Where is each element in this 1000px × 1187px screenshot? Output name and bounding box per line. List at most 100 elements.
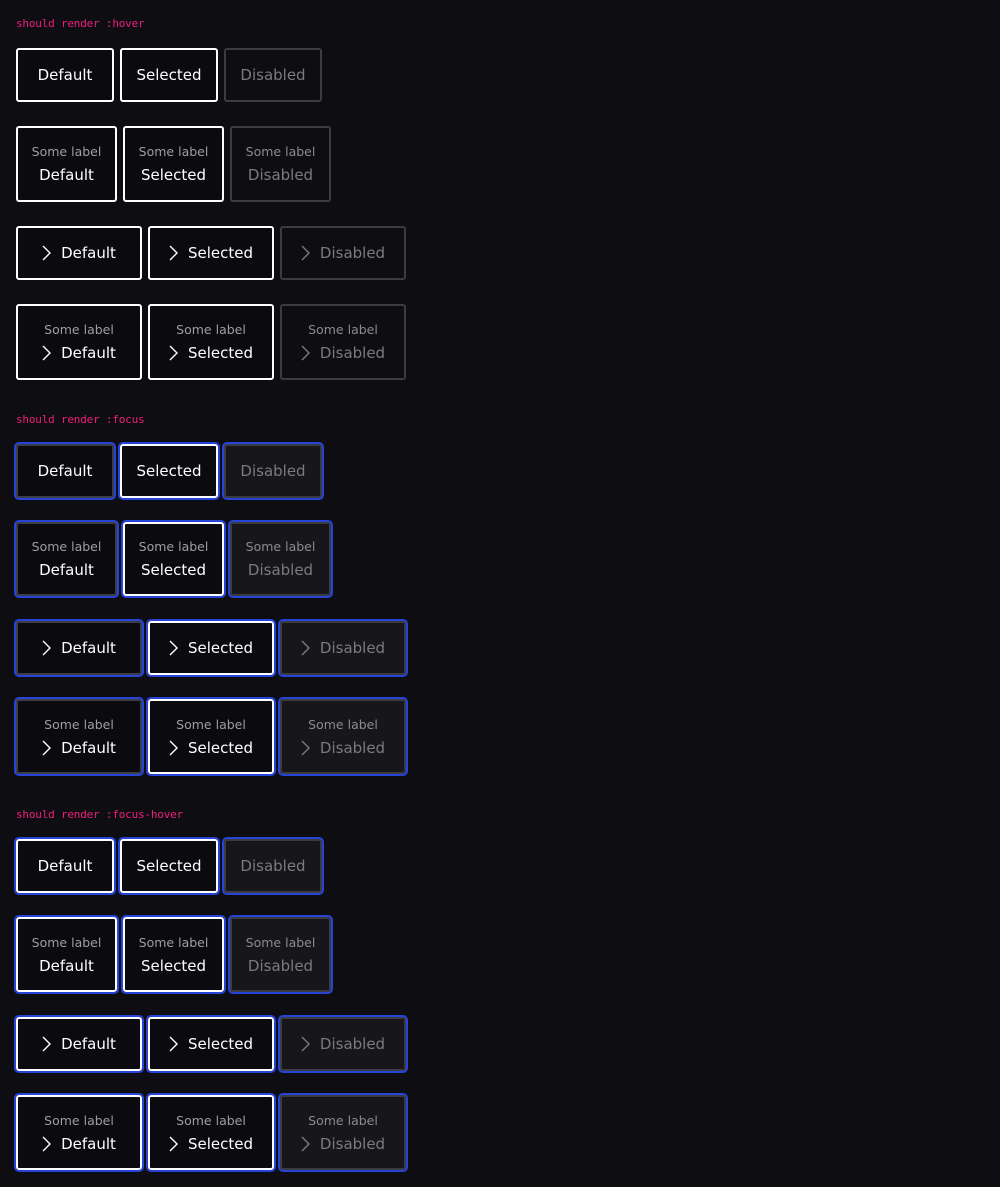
chevron-right-icon	[169, 345, 178, 361]
chevron-right-icon	[301, 640, 310, 656]
disabled-button: Disabled	[280, 226, 406, 280]
button-label: Default	[61, 1134, 116, 1153]
selected-button[interactable]: Some label Selected	[146, 1093, 276, 1172]
button-label: Disabled	[319, 1035, 386, 1053]
disabled-button: Disabled	[224, 48, 322, 102]
selected-button[interactable]: Some label Selected	[146, 697, 276, 776]
button-sublabel: Some label	[176, 1112, 246, 1128]
selected-button[interactable]: Selected	[148, 226, 274, 280]
selected-button[interactable]: Selected	[146, 619, 276, 677]
button-label: Default	[37, 857, 93, 875]
chevron-right-icon	[42, 1136, 52, 1152]
disabled-button: Some label Disabled	[228, 520, 333, 598]
button-label: Disabled	[319, 639, 386, 657]
default-button[interactable]: Default	[14, 442, 116, 500]
button-label: Selected	[136, 462, 202, 480]
selected-button[interactable]: Some label Selected	[148, 304, 274, 380]
button-label: Selected	[140, 561, 207, 579]
button-label: Disabled	[319, 244, 386, 262]
chevron-right-icon	[301, 1136, 310, 1152]
selected-button[interactable]: Selected	[120, 48, 218, 102]
button-sublabel: Some label	[138, 539, 209, 554]
default-button[interactable]: Some label Default	[14, 1093, 144, 1172]
button-row: Default Selected Disabled	[14, 1015, 408, 1073]
button-sublabel: Some label	[138, 144, 209, 159]
button-sublabel: Some label	[176, 322, 246, 337]
button-label: Disabled	[240, 66, 306, 84]
default-button[interactable]: Default	[16, 48, 114, 102]
button-row: Default Selected Disabled	[14, 619, 408, 677]
button-label: Disabled	[319, 738, 386, 757]
button-row: Some label Default Some label Selected S…	[14, 520, 333, 598]
button-label: Default	[39, 561, 94, 579]
default-button[interactable]: Default	[14, 1015, 144, 1073]
button-label: Selected	[187, 244, 254, 262]
button-sublabel: Some label	[245, 934, 316, 950]
button-sublabel: Some label	[308, 1112, 378, 1128]
button-sublabel: Some label	[44, 322, 114, 337]
default-button[interactable]: Default	[14, 837, 116, 895]
disabled-button: Some label Disabled	[228, 915, 333, 994]
button-row: Some label Default Some label Selected S…	[14, 915, 333, 994]
chevron-right-icon	[42, 245, 52, 261]
default-button[interactable]: Some label Default	[14, 915, 119, 994]
selected-button[interactable]: Selected	[118, 837, 220, 895]
button-label: Default	[61, 344, 116, 362]
disabled-button: Some label Disabled	[278, 1093, 408, 1172]
button-label: Default	[39, 166, 94, 184]
button-label: Disabled	[247, 561, 314, 579]
disabled-button: Some label Disabled	[280, 304, 406, 380]
button-label: Disabled	[319, 344, 386, 362]
selected-button[interactable]: Some label Selected	[121, 915, 226, 994]
chevron-right-icon	[169, 740, 178, 756]
button-label: Disabled	[247, 956, 314, 975]
selected-button[interactable]: Some label Selected	[121, 520, 226, 598]
default-button[interactable]: Some label Default	[16, 126, 117, 202]
button-label: Selected	[187, 1035, 254, 1053]
selected-button[interactable]: Some label Selected	[123, 126, 224, 202]
selected-button[interactable]: Selected	[118, 442, 220, 500]
button-label: Selected	[187, 1134, 254, 1153]
button-row: Default Selected Disabled	[14, 837, 324, 895]
button-label: Disabled	[240, 857, 306, 875]
selected-button[interactable]: Selected	[146, 1015, 276, 1073]
button-label: Default	[61, 1035, 116, 1053]
button-label: Selected	[140, 166, 207, 184]
disabled-button: Disabled	[278, 619, 408, 677]
chevron-right-icon	[301, 345, 310, 361]
button-sublabel: Some label	[31, 539, 102, 554]
default-button[interactable]: Some label Default	[14, 520, 119, 598]
default-button[interactable]: Default	[16, 226, 142, 280]
button-label: Selected	[187, 738, 254, 757]
button-sublabel: Some label	[44, 1112, 114, 1128]
button-label: Default	[61, 244, 116, 262]
button-label: Selected	[136, 857, 202, 875]
button-sublabel: Some label	[308, 716, 378, 732]
chevron-right-icon	[301, 740, 310, 756]
button-sublabel: Some label	[31, 144, 102, 159]
section-title-hover: should render :hover	[16, 17, 145, 30]
default-button[interactable]: Some label Default	[14, 697, 144, 776]
button-sublabel: Some label	[44, 716, 114, 732]
default-button[interactable]: Default	[14, 619, 144, 677]
button-row: Default Selected Disabled	[16, 48, 322, 102]
chevron-right-icon	[301, 1036, 310, 1052]
button-label: Disabled	[247, 166, 314, 184]
button-label: Selected	[136, 66, 202, 84]
button-row: Default Selected Disabled	[16, 226, 406, 280]
button-sublabel: Some label	[245, 539, 316, 554]
chevron-right-icon	[169, 640, 178, 656]
button-row: Some label Default Some label Selected S…	[14, 1093, 408, 1172]
disabled-button: Some label Disabled	[278, 697, 408, 776]
chevron-right-icon	[42, 640, 52, 656]
button-label: Default	[37, 462, 93, 480]
button-label: Disabled	[319, 1134, 386, 1153]
default-button[interactable]: Some label Default	[16, 304, 142, 380]
button-row: Some label Default Some label Selected S…	[16, 126, 331, 202]
button-row: Some label Default Some label Selected S…	[16, 304, 406, 380]
chevron-right-icon	[169, 245, 178, 261]
section-title-focus-hover: should render :focus-hover	[16, 808, 183, 821]
chevron-right-icon	[42, 740, 52, 756]
disabled-button: Some label Disabled	[230, 126, 331, 202]
chevron-right-icon	[42, 1036, 52, 1052]
